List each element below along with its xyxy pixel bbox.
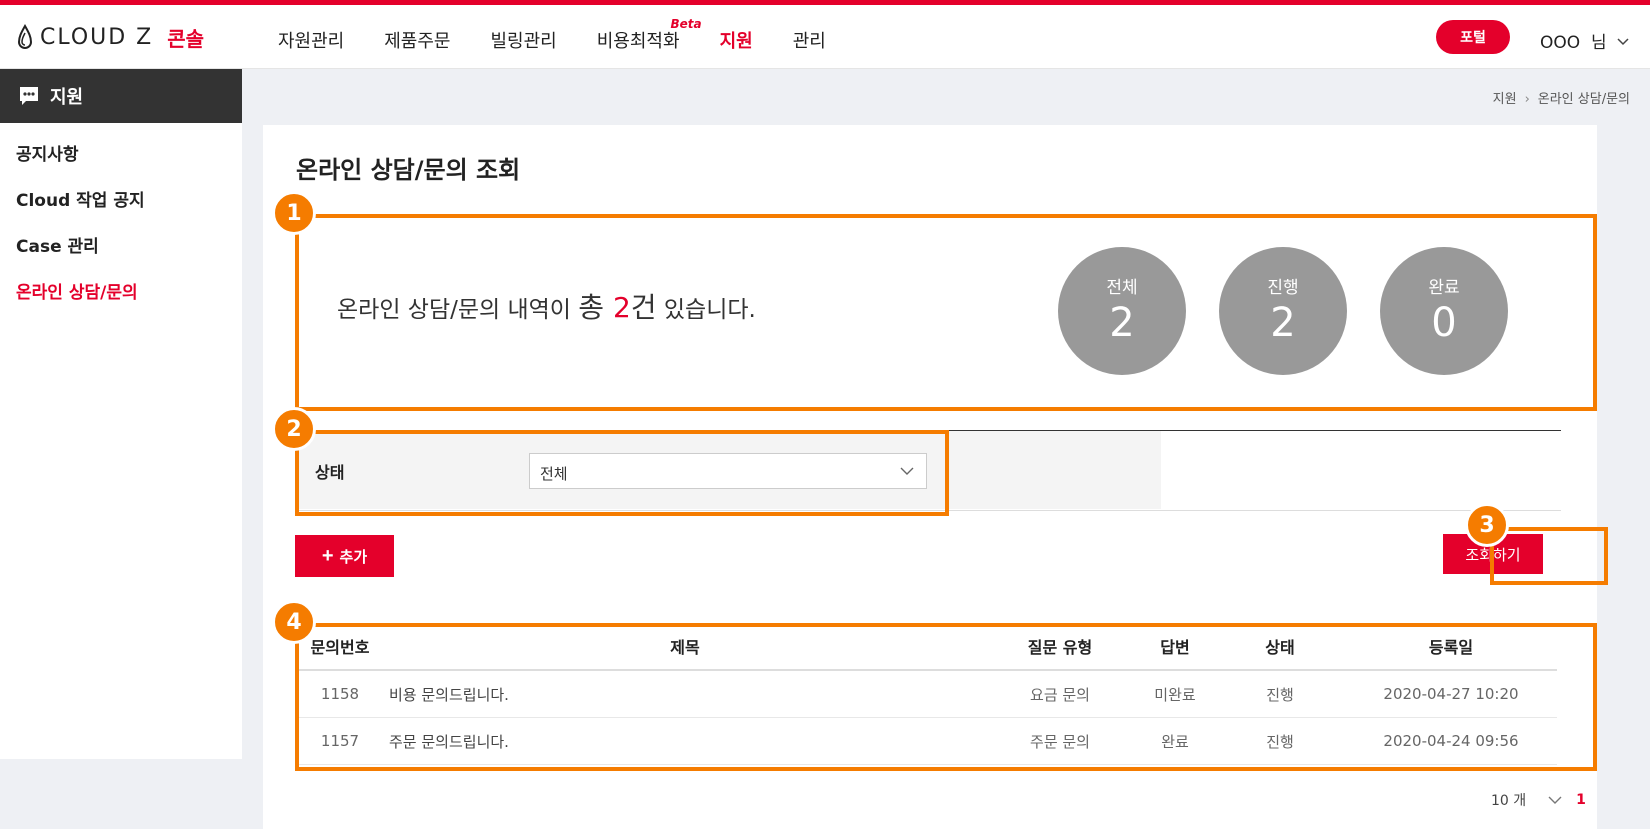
- table-row[interactable]: 1158 비용 문의드립니다. 요금 문의 미완료 진행 2020-04-27 …: [295, 671, 1557, 718]
- portal-button[interactable]: 포털: [1436, 20, 1510, 54]
- filter-bottom-divider: [295, 510, 1561, 511]
- sidebar: 지원 공지사항 Cloud 작업 공지 Case 관리 온라인 상담/문의: [0, 69, 242, 759]
- nav-item-cost-optimization[interactable]: 비용최적화 Beta: [596, 17, 702, 53]
- summary-text: 온라인 상담/문의 내역이 총 2건 있습니다.: [337, 286, 756, 326]
- user-menu[interactable]: OOO 님: [1540, 28, 1629, 53]
- column-header-date: 등록일: [1428, 638, 1474, 657]
- cell-answer: 완료: [1161, 732, 1189, 751]
- stat-value: 2: [1270, 300, 1296, 346]
- add-button-label: 추가: [339, 548, 368, 566]
- summary-section: 온라인 상담/문의 내역이 총 2건 있습니다. 전체 2 진행 2 완료 0: [295, 214, 1561, 392]
- chevron-down-icon: [1617, 37, 1629, 45]
- status-select[interactable]: 전체: [529, 453, 927, 489]
- logo-text: CLOUD Z: [40, 25, 154, 50]
- annotation-badge-2: 2: [272, 407, 316, 451]
- chevron-right-icon: ›: [1524, 92, 1530, 107]
- chat-icon: [20, 87, 38, 105]
- column-header-answer: 답변: [1160, 638, 1190, 657]
- breadcrumb-parent[interactable]: 지원: [1493, 92, 1517, 107]
- header: CLOUD Z 콘솔 자원관리 제품주문 빌링관리 비용최적화 Beta 지원 관…: [0, 5, 1650, 69]
- page-size-select[interactable]: 10 개: [1491, 790, 1526, 810]
- status-select-value: 전체: [540, 465, 568, 483]
- cell-type: 요금 문의: [1030, 685, 1090, 704]
- logo-subtitle: 콘솔: [167, 27, 205, 51]
- table-header: 문의번호 제목 질문 유형 답변 상태 등록일: [295, 623, 1557, 671]
- column-header-status: 상태: [1265, 638, 1295, 657]
- plus-icon: +: [321, 544, 334, 567]
- nav-item-admin[interactable]: 관리: [793, 27, 826, 53]
- nav-item-orders[interactable]: 제품주문: [384, 27, 450, 53]
- stat-value: 0: [1431, 300, 1457, 346]
- sidebar-item-notice[interactable]: 공지사항: [0, 129, 242, 175]
- status-filter: 상태 전체: [295, 431, 1161, 509]
- summary-count: 2: [612, 291, 631, 324]
- cell-title[interactable]: 주문 문의드립니다.: [385, 731, 985, 752]
- stat-label: 전체: [1106, 278, 1138, 298]
- chevron-down-icon[interactable]: [1548, 795, 1562, 805]
- filter-label: 상태: [315, 463, 345, 482]
- summary-unit: 건: [630, 291, 657, 324]
- stat-label: 진행: [1267, 278, 1299, 298]
- breadcrumb-current: 온라인 상담/문의: [1537, 92, 1630, 107]
- sidebar-item-online-inquiry[interactable]: 온라인 상담/문의: [0, 267, 242, 313]
- logo-drop-icon: [17, 23, 33, 49]
- main-content: 온라인 상담/문의 조회 온라인 상담/문의 내역이 총 2건 있습니다. 전체…: [263, 125, 1597, 829]
- summary-total-word: 총: [578, 291, 613, 324]
- cell-number: 1157: [320, 732, 360, 750]
- summary-suffix: 있습니다.: [656, 297, 756, 323]
- nav-item-billing[interactable]: 빌링관리: [491, 27, 557, 53]
- nav-item-label: 비용최적화: [596, 31, 680, 52]
- chevron-down-icon: [900, 467, 914, 475]
- inquiry-table: 문의번호 제목 질문 유형 답변 상태 등록일 1158 비용 문의드립니다. …: [295, 623, 1557, 765]
- page-title: 온라인 상담/문의 조회: [296, 156, 521, 184]
- sidebar-menu: 공지사항 Cloud 작업 공지 Case 관리 온라인 상담/문의: [0, 123, 242, 313]
- cell-status: 진행: [1266, 732, 1294, 751]
- cell-number: 1158: [320, 685, 360, 703]
- cell-title[interactable]: 비용 문의드립니다.: [385, 684, 985, 705]
- add-button[interactable]: + 추가: [295, 535, 394, 577]
- column-header-title: 제목: [670, 638, 700, 657]
- sidebar-item-cloud-work-notice[interactable]: Cloud 작업 공지: [0, 175, 242, 221]
- cell-status: 진행: [1266, 685, 1294, 704]
- summary-prefix: 온라인 상담/문의 내역이: [337, 297, 579, 323]
- annotation-badge-4: 4: [272, 600, 316, 644]
- page-number-current[interactable]: 1: [1576, 792, 1586, 808]
- stat-value: 2: [1109, 300, 1135, 346]
- logo[interactable]: CLOUD Z 콘솔: [16, 23, 204, 52]
- annotation-badge-1: 1: [272, 191, 316, 235]
- annotation-badge-3: 3: [1465, 503, 1509, 547]
- cell-answer: 미완료: [1154, 685, 1196, 704]
- cell-type: 주문 문의: [1030, 732, 1090, 751]
- stat-in-progress[interactable]: 진행 2: [1219, 247, 1347, 375]
- sidebar-header: 지원: [0, 69, 242, 123]
- sidebar-title: 지원: [50, 87, 84, 108]
- table-row[interactable]: 1157 주문 문의드립니다. 주문 문의 완료 진행 2020-04-24 0…: [295, 718, 1557, 765]
- nav-item-support[interactable]: 지원: [720, 27, 753, 53]
- global-nav: 자원관리 제품주문 빌링관리 비용최적화 Beta 지원 관리: [278, 17, 866, 53]
- breadcrumb: 지원 › 온라인 상담/문의: [1493, 88, 1630, 107]
- stat-total[interactable]: 전체 2: [1058, 247, 1186, 375]
- nav-item-resources[interactable]: 자원관리: [278, 27, 344, 53]
- stat-completed[interactable]: 완료 0: [1380, 247, 1508, 375]
- beta-badge: Beta: [670, 17, 702, 31]
- pagination: 10 개 1: [1491, 790, 1586, 810]
- cell-date: 2020-04-24 09:56: [1383, 732, 1519, 750]
- stat-label: 완료: [1428, 278, 1460, 298]
- sidebar-item-case-management[interactable]: Case 관리: [0, 221, 242, 267]
- user-name: OOO 님: [1540, 33, 1607, 53]
- column-header-type: 질문 유형: [1027, 638, 1093, 657]
- cell-date: 2020-04-27 10:20: [1383, 685, 1519, 703]
